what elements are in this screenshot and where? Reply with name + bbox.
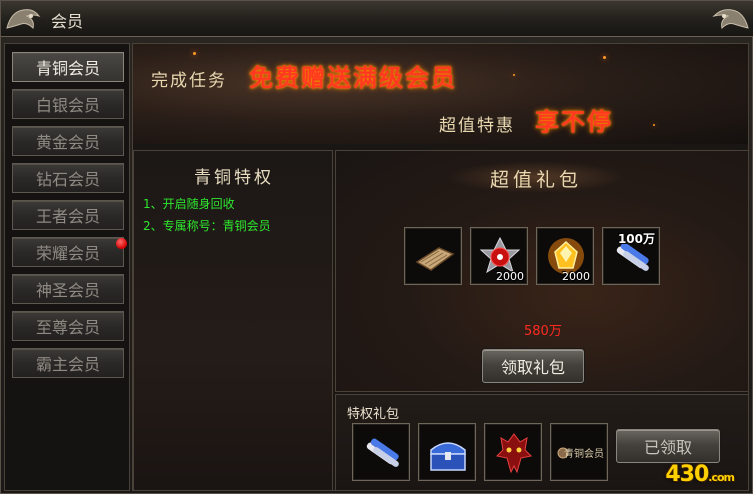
- ember-spark: [193, 52, 196, 55]
- tab-glory-member[interactable]: 荣耀会员: [12, 237, 124, 267]
- ember-spark: [653, 124, 655, 126]
- ember-spark: [513, 74, 515, 76]
- gift-pack-title: 超值礼包: [489, 169, 582, 191]
- bronze-title-badge-icon: 青铜会员: [557, 447, 604, 460]
- watermark-suffix: .com: [708, 471, 735, 484]
- tab-silver-member[interactable]: 白银会员: [12, 89, 124, 119]
- member-tier-sidebar: 青铜会员 白银会员 黄金会员 钻石会员 王者会员 荣耀会员 神圣会员 至尊会员 …: [4, 43, 130, 491]
- tab-sacred-member[interactable]: 神圣会员: [12, 274, 124, 304]
- privilege-item-slot[interactable]: [418, 423, 476, 481]
- gift-item-slot[interactable]: 2000: [470, 227, 528, 285]
- tab-supreme-member[interactable]: 至尊会员: [12, 311, 124, 341]
- privilege-item: 2、专属称号：青铜会员: [143, 219, 271, 233]
- banner-line2-prefix: 超值特惠: [439, 116, 515, 136]
- member-window: 会员 青铜会员 白银会员 黄金会员 钻石会员 王者会员 荣耀会员 神圣会员 至尊…: [0, 0, 753, 494]
- banner-line2-highlight: 享不停: [535, 107, 613, 136]
- banner-line1-highlight: 免费赠送满级会员: [249, 63, 457, 92]
- main-content: 完成任务 免费赠送满级会员 超值特惠 享不停 青铜特权 1、开启随身回收 2、专…: [132, 43, 749, 491]
- tab-bronze-member[interactable]: 青铜会员: [12, 52, 124, 82]
- tab-gold-member[interactable]: 黄金会员: [12, 126, 124, 156]
- privilege-pack-title: 特权礼包: [347, 407, 400, 422]
- red-demon-mask-icon: [495, 433, 533, 474]
- item-count: 2000: [562, 270, 590, 283]
- notification-dot: [116, 238, 127, 249]
- tab-king-member[interactable]: 王者会员: [12, 200, 124, 230]
- dragon-ornament-icon: [6, 9, 41, 29]
- title-bar[interactable]: 会员: [1, 1, 753, 37]
- watermark-text: 430: [665, 462, 709, 487]
- privilege-item-slot[interactable]: [484, 423, 542, 481]
- gift-pack-panel: 超值礼包 2000 2000 100万 580万 领取礼包: [335, 150, 748, 445]
- gift-item-slot[interactable]: 100万: [602, 227, 660, 285]
- gift-item-slot[interactable]: 2000: [536, 227, 594, 285]
- item-count: 100万: [617, 232, 655, 246]
- gold-amount: 580万: [524, 324, 562, 339]
- privilege-item-slot[interactable]: 青铜会员: [550, 423, 608, 481]
- blue-scroll-bundle-icon: [366, 438, 399, 467]
- privilege-item: 1、开启随身回收: [143, 197, 235, 211]
- privileges-panel: 青铜特权 1、开启随身回收 2、专属称号：青铜会员: [133, 150, 333, 490]
- privileges-title: 青铜特权: [194, 168, 274, 188]
- gift-item-slot[interactable]: [404, 227, 462, 285]
- window-title: 会员: [51, 12, 84, 31]
- watermark-logo: 430.com: [665, 462, 735, 487]
- promo-banner: 完成任务 免费赠送满级会员 超值特惠 享不停: [133, 44, 748, 144]
- tab-diamond-member[interactable]: 钻石会员: [12, 163, 124, 193]
- blue-treasure-chest-icon: [430, 442, 466, 471]
- tab-overlord-member[interactable]: 霸主会员: [12, 348, 124, 378]
- ember-spark: [603, 56, 606, 59]
- banner-line1-prefix: 完成任务: [151, 71, 227, 91]
- claim-gift-button[interactable]: 领取礼包: [482, 349, 584, 383]
- dragon-close-ornament-icon[interactable]: [702, 2, 752, 34]
- title-badge-text: 青铜会员: [564, 447, 604, 460]
- scroll-paper-icon: [415, 247, 455, 271]
- claimed-button[interactable]: 已领取: [616, 429, 720, 463]
- privilege-item-slot[interactable]: [352, 423, 410, 481]
- item-count: 2000: [496, 270, 524, 283]
